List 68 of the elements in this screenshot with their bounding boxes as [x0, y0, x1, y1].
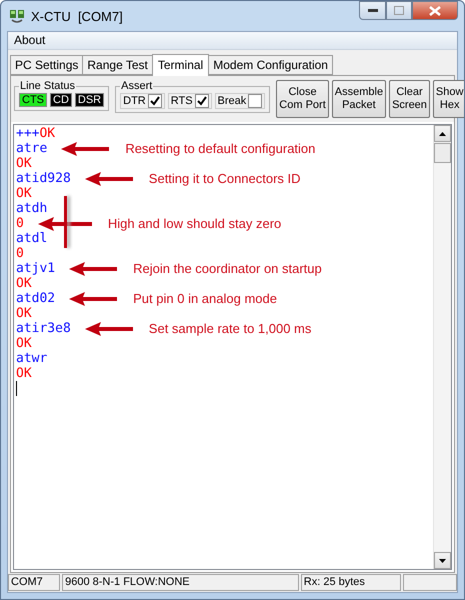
terminal-text: OK — [39, 126, 56, 141]
terminal-text: atid928 — [16, 171, 71, 186]
terminal-text: +++ — [16, 126, 40, 141]
checkbox-label: Break — [218, 95, 246, 107]
text-cursor — [16, 381, 17, 396]
annotation-text: Resetting to default configuration — [125, 141, 316, 156]
group-label: Line Status — [19, 80, 76, 92]
menu-item[interactable]: About — [8, 32, 52, 49]
annotation-text: Rejoin the coordinator on startup — [133, 261, 322, 276]
group-label: Assert — [120, 80, 154, 92]
app-icon — [9, 8, 25, 24]
status-indicator: DSR — [74, 93, 104, 107]
status-indicator: CD — [50, 93, 72, 107]
terminal-text: OK — [16, 306, 32, 321]
maximize-icon — [394, 6, 404, 15]
scrollbar[interactable] — [433, 125, 451, 569]
window-title: X-CTU [COM7] — [31, 8, 123, 24]
checkbox[interactable] — [248, 94, 262, 108]
terminal-text: OK — [16, 336, 32, 351]
terminal-text: atre — [16, 141, 48, 156]
arrow-icon — [84, 322, 133, 336]
tab[interactable]: Terminal — [152, 54, 210, 76]
annotation-text: Put pin 0 in analog mode — [133, 291, 277, 306]
annotation-text: High and low should stay zero — [108, 216, 282, 231]
toolbar-button[interactable]: Show Hex — [432, 80, 464, 118]
terminal-text: OK — [16, 276, 32, 291]
toolbar-button[interactable]: Clear Screen — [389, 80, 430, 118]
status-field: COM7 — [8, 574, 60, 591]
minimize-icon — [368, 8, 378, 12]
annotation-text: Setting it to Connectors ID — [148, 171, 301, 186]
terminal-text: atjv1 — [16, 261, 56, 276]
status-field: Rx: 25 bytes — [300, 574, 401, 591]
scroll-down-button[interactable] — [434, 552, 451, 569]
minimize-button[interactable] — [359, 1, 386, 20]
terminal-text: 0 — [16, 216, 24, 231]
checkbox[interactable] — [194, 94, 209, 108]
arrow-icon — [69, 292, 118, 306]
checkbox-label: RTS — [170, 95, 193, 107]
toolbar-button[interactable]: Close Com Port — [276, 80, 329, 118]
terminal-text: atwr — [16, 351, 48, 366]
arrow-icon — [38, 216, 92, 230]
terminal-text: atdl — [16, 231, 48, 246]
up-arrow-icon — [439, 132, 446, 136]
arrow-icon — [84, 172, 133, 186]
terminal-text: atir3e8 — [16, 321, 71, 336]
annotation-text: Set sample rate to 1,000 ms — [148, 321, 312, 336]
terminal-text: atdh — [16, 201, 48, 216]
arrow-icon — [69, 262, 118, 276]
close-button[interactable] — [412, 1, 458, 20]
scroll-up-button[interactable] — [434, 125, 451, 142]
status-field: 9600 8-N-1 FLOW:NONE — [62, 574, 299, 591]
tab[interactable]: Range Test — [82, 55, 153, 75]
terminal-text: OK — [16, 186, 32, 201]
tab[interactable]: PC Settings — [10, 55, 84, 75]
terminal-text: OK — [16, 156, 32, 171]
maximize-button[interactable] — [386, 1, 412, 20]
checkbox[interactable] — [148, 94, 162, 108]
terminal-text: atd02 — [16, 291, 56, 306]
terminal-text: OK — [16, 366, 32, 381]
arrow-icon — [61, 142, 110, 156]
checkbox-label: DTR — [123, 95, 146, 107]
status-indicator: CTS — [19, 93, 47, 107]
down-arrow-icon — [439, 558, 446, 562]
close-icon — [429, 6, 441, 16]
tab[interactable]: Modem Configuration — [208, 55, 333, 75]
terminal-text: 0 — [16, 246, 24, 261]
scroll-thumb[interactable] — [434, 143, 451, 163]
toolbar-button[interactable]: Assemble Packet — [332, 80, 386, 118]
